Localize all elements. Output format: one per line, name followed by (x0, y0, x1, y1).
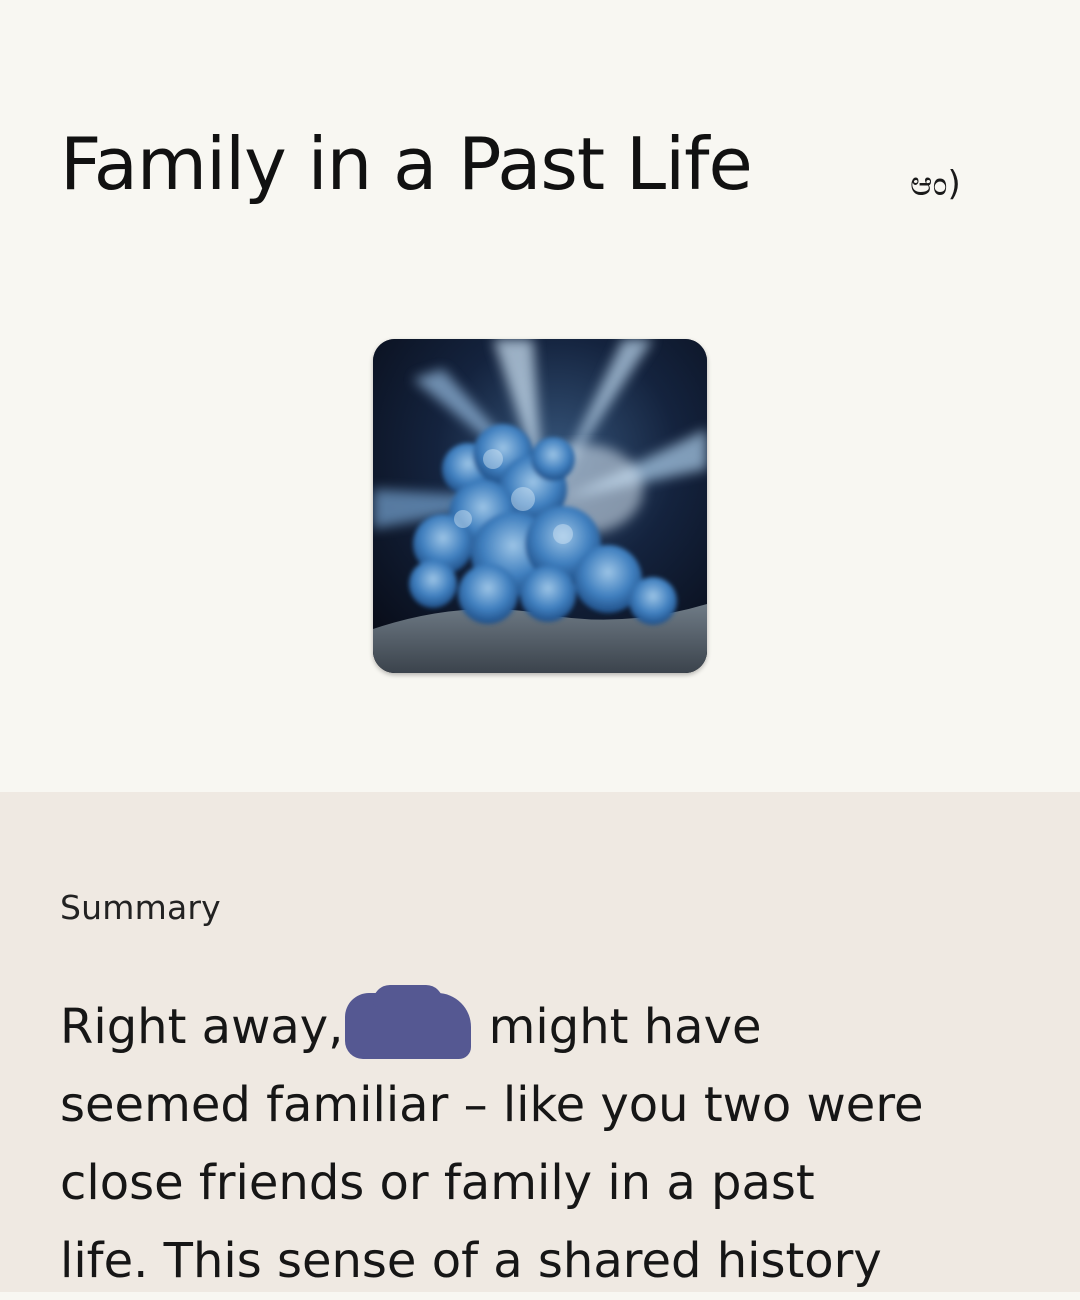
cover-image (373, 339, 707, 673)
redaction-blob (345, 985, 472, 1059)
summary-line: seemed familiar – like you two were (60, 1077, 924, 1133)
summary-text: Right away, might have seemed familiar –… (60, 985, 990, 1300)
title-symbol: ಆಂ) (910, 164, 961, 204)
page-title: Family in a Past Life (60, 122, 753, 206)
summary-line: close friends or family in a past (60, 1155, 815, 1211)
summary-label: Summary (60, 888, 221, 927)
summary-section: Summary Right away, might have seemed fa… (0, 792, 1080, 1292)
header-section: Family in a Past Life ಆಂ) (0, 0, 1080, 792)
summary-line: Right away, might have (60, 985, 990, 1066)
blue-smoke-cloud-image (373, 339, 707, 673)
summary-line-start: Right away, (60, 999, 344, 1055)
summary-line-end: might have (473, 999, 762, 1055)
summary-line: life. This sense of a shared history (60, 1233, 882, 1289)
